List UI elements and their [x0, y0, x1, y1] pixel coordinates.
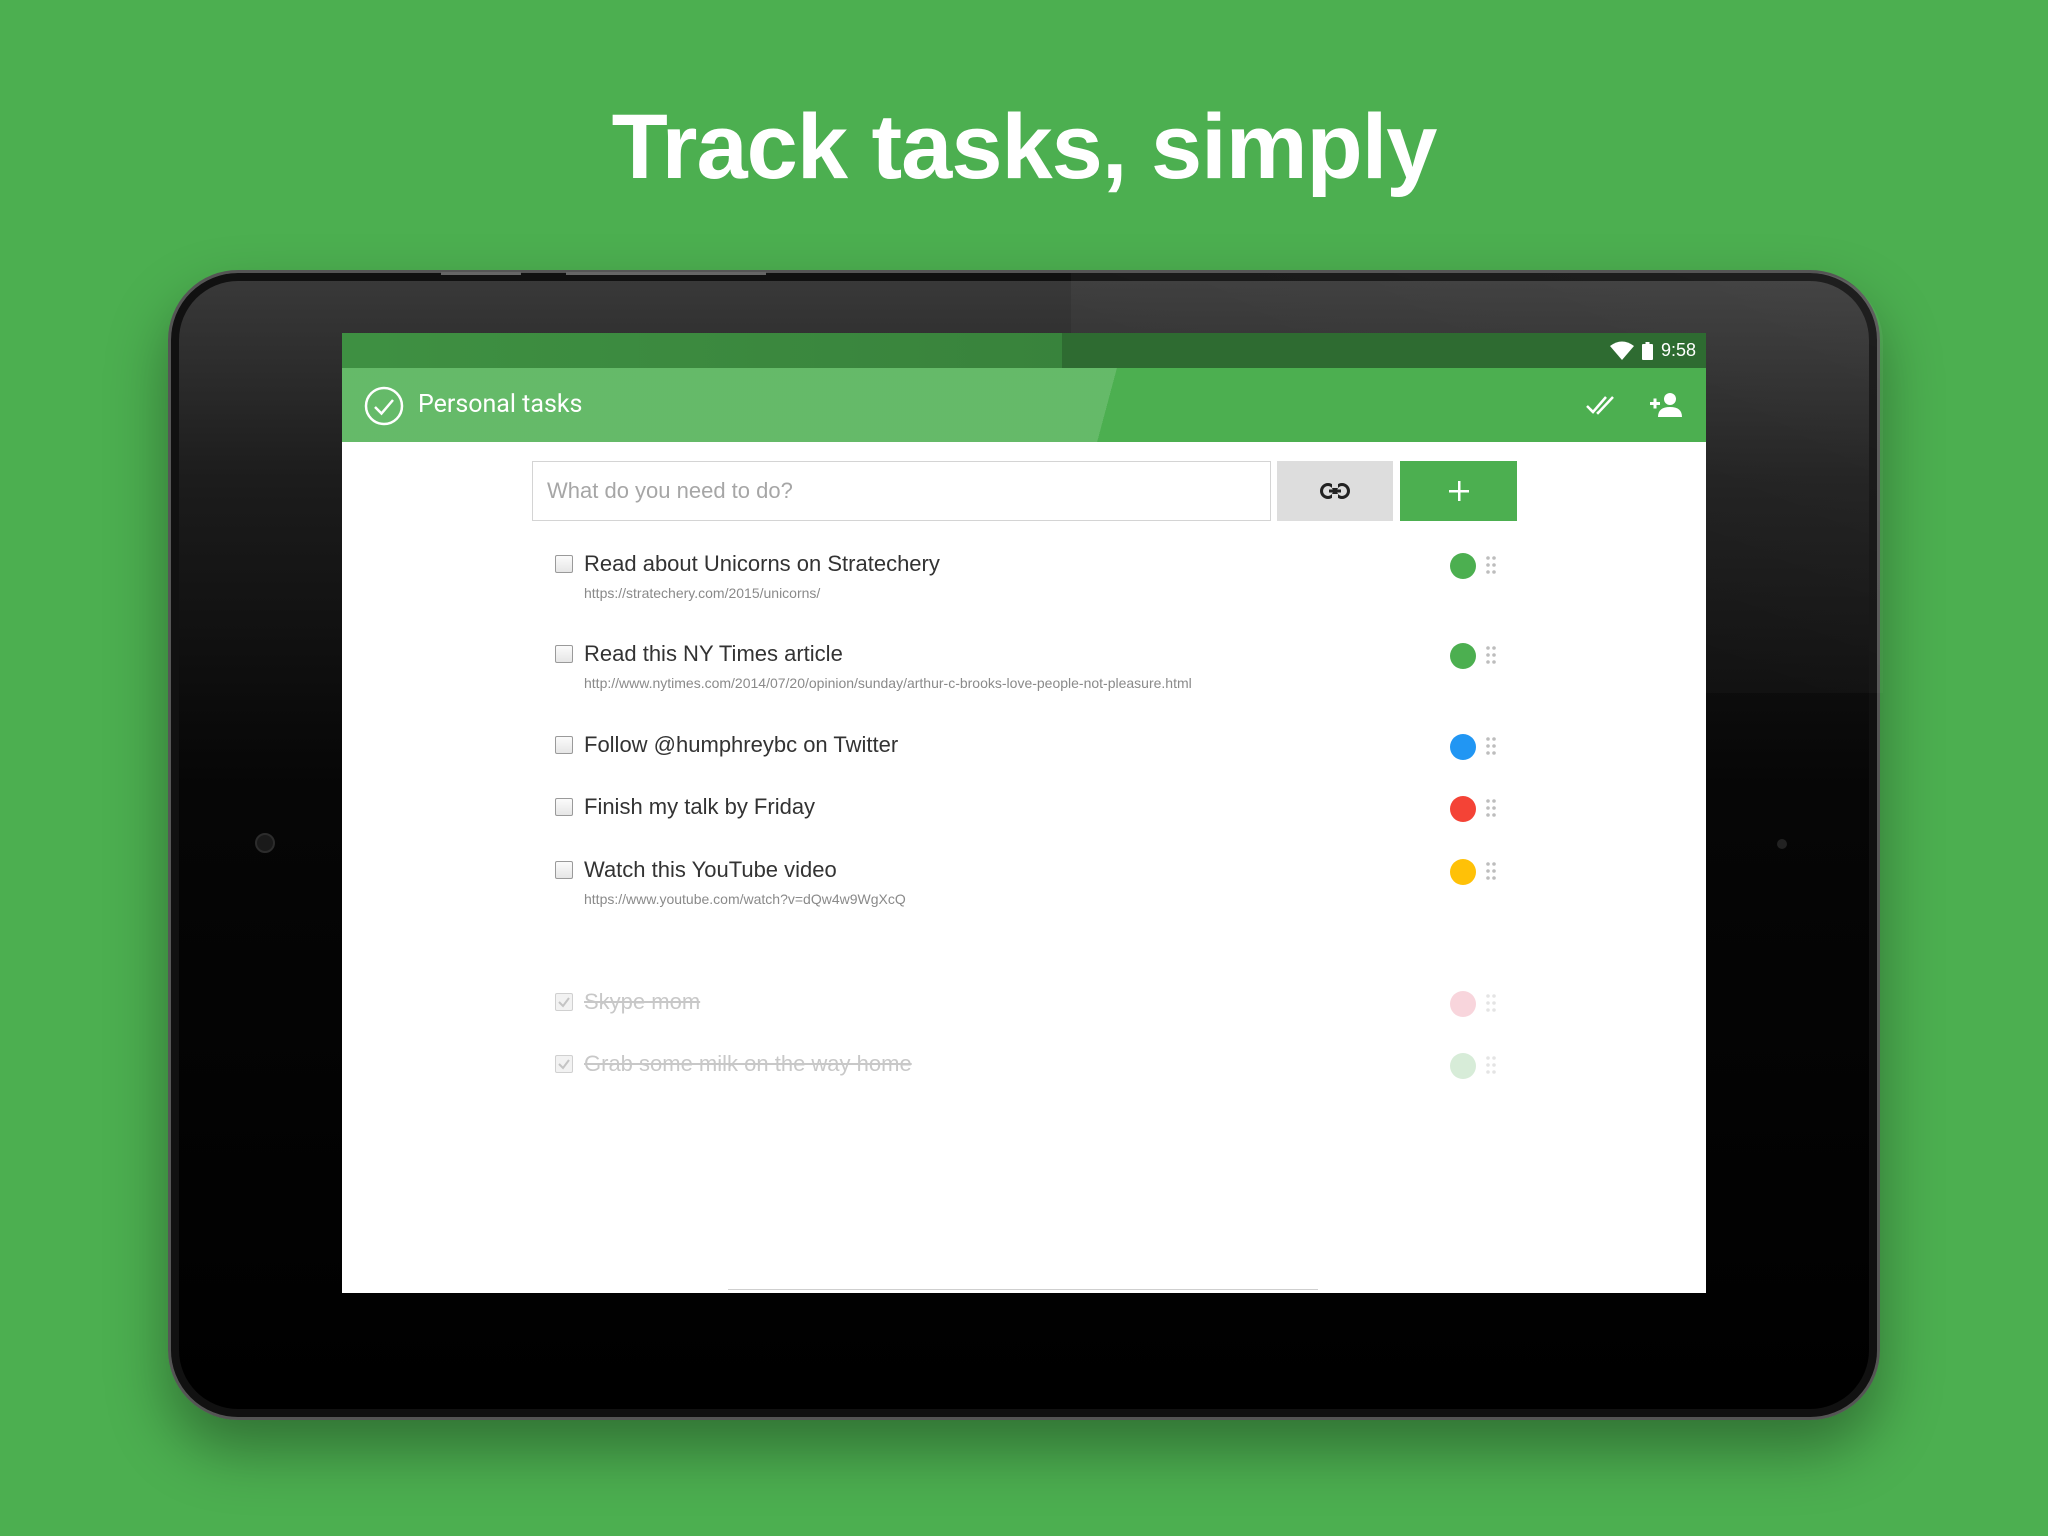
status-time: 9:58: [1660, 340, 1696, 360]
drag-handle-icon[interactable]: [1485, 798, 1497, 818]
drag-handle-icon[interactable]: [1485, 645, 1497, 665]
completed-divider: [728, 1289, 1318, 1290]
task-checkbox[interactable]: [555, 798, 573, 816]
task-checkbox[interactable]: [555, 736, 573, 754]
task-item: Watch this YouTube video https://www.you…: [555, 857, 1555, 907]
status-bar: 9:58: [342, 333, 1706, 368]
task-checkbox[interactable]: [555, 555, 573, 573]
completed-task-item: Skype mom: [555, 989, 1555, 1019]
task-link[interactable]: http://www.nytimes.com/2014/07/20/opinio…: [584, 675, 1192, 691]
drag-handle-icon[interactable]: [1485, 555, 1497, 575]
task-checkbox[interactable]: [555, 645, 573, 663]
device-seam: [441, 272, 521, 275]
app-bar: Personal tasks: [342, 368, 1706, 442]
share-list-button[interactable]: [1649, 388, 1683, 422]
task-item: Finish my talk by Friday: [555, 794, 1555, 824]
task-link[interactable]: https://www.youtube.com/watch?v=dQw4w9Wg…: [584, 891, 906, 907]
task-color-dot[interactable]: [1450, 859, 1476, 885]
task-color-dot[interactable]: [1450, 734, 1476, 760]
add-person-icon: [1650, 393, 1682, 417]
task-title: Read about Unicorns on Stratechery: [584, 551, 940, 576]
add-link-button[interactable]: [1277, 461, 1393, 521]
headline: Track tasks, simply: [611, 96, 1438, 198]
sensor-icon: [1777, 839, 1787, 849]
task-checkbox[interactable]: [555, 861, 573, 879]
task-title: Grab some milk on the way home: [584, 1051, 912, 1076]
task-title: Finish my talk by Friday: [584, 794, 816, 819]
task-color-dot[interactable]: [1450, 1053, 1476, 1079]
add-task-button[interactable]: [1400, 461, 1517, 521]
mark-all-done-button[interactable]: [1586, 388, 1620, 422]
task-link[interactable]: https://stratechery.com/2015/unicorns/: [584, 585, 820, 601]
drag-handle-icon[interactable]: [1485, 1055, 1497, 1075]
task-color-dot[interactable]: [1450, 553, 1476, 579]
task-item: Read this NY Times article http://www.ny…: [555, 641, 1555, 691]
page-title: Personal tasks: [418, 390, 583, 419]
double-check-icon: [1586, 396, 1614, 415]
task-list-panel: Read about Unicorns on Stratechery https…: [342, 442, 1706, 1293]
task-color-dot[interactable]: [1450, 796, 1476, 822]
camera-icon: [255, 833, 275, 853]
drag-handle-icon[interactable]: [1485, 736, 1497, 756]
checkmark-icon: [558, 1059, 570, 1070]
link-icon: [1320, 483, 1350, 499]
new-task-input[interactable]: [532, 461, 1271, 521]
check-circle-icon: [364, 386, 404, 426]
wifi-icon: [1609, 341, 1634, 360]
task-item: Read about Unicorns on Stratechery https…: [555, 551, 1555, 601]
plus-icon: [1448, 481, 1469, 501]
task-item: Follow @humphreybc on Twitter: [555, 732, 1555, 762]
task-checkbox[interactable]: [555, 1055, 573, 1073]
task-title: Watch this YouTube video: [584, 857, 837, 882]
device-screen: 9:58 Personal tasks What do you need to …: [342, 333, 1706, 1293]
task-checkbox[interactable]: [555, 993, 573, 1011]
drag-handle-icon[interactable]: [1485, 993, 1497, 1013]
device-seam: [566, 272, 766, 275]
task-title: Read this NY Times article: [584, 641, 843, 666]
checkmark-icon: [558, 997, 570, 1008]
drag-handle-icon[interactable]: [1485, 861, 1497, 881]
task-title: Follow @humphreybc on Twitter: [584, 732, 899, 757]
task-title: Skype mom: [584, 989, 701, 1014]
completed-task-item: Grab some milk on the way home: [555, 1051, 1555, 1081]
battery-icon: [1641, 341, 1653, 360]
task-color-dot[interactable]: [1450, 991, 1476, 1017]
task-color-dot[interactable]: [1450, 643, 1476, 669]
